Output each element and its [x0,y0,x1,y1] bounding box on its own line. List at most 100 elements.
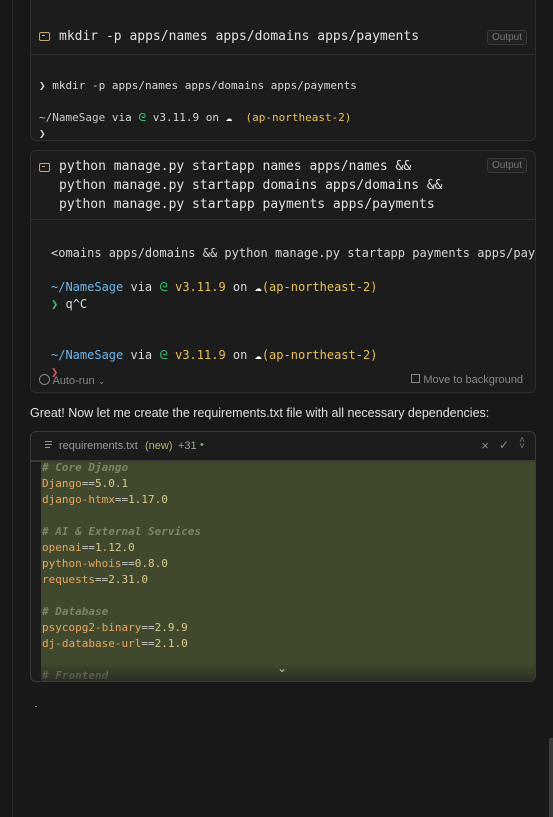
terminal-footer: Auto-run ⌄ Move to background [31,370,535,392]
header-divider [31,460,535,462]
command-line-3: python manage.py startapp payments apps/… [59,197,435,212]
auto-run-label: Auto-run [52,375,95,387]
python-icon: ᘓ [159,280,168,294]
clock-icon [39,374,50,385]
output-button[interactable]: Output [486,30,527,45]
comment-text: # Core Django [42,461,129,474]
comment-text: # AI & External Services [42,525,201,538]
version-operator: == [94,573,109,586]
package-name: psycopg2-binary [42,621,142,634]
via-text: via [111,111,132,124]
version-operator: == [141,637,155,650]
version-number: 0.8.0 [134,557,168,570]
typed-input: q^C [65,297,88,311]
output-line: <omains apps/domains && python manage.py… [51,246,536,260]
file-edit-header: requirements.txt (new) +31 • × ✓ ˄ ˅ [31,432,535,460]
cursor-dot [35,706,37,707]
chevron-down-icon: ⌄ [97,376,106,386]
file-name[interactable]: requirements.txt [59,440,138,452]
python-version: v3.11.9 [175,348,226,362]
cloud-icon: ☁ [225,111,233,124]
version-operator: == [141,621,155,634]
cwd-path: ~/NameSage [39,111,106,124]
aws-region: (ap-northeast-2) [245,111,352,124]
code-line: # Core Django [41,460,535,476]
check-icon[interactable]: ✓ [499,438,509,452]
added-lines-count: +31 [178,440,197,452]
python-version: v3.11.9 [152,111,200,124]
version-operator: == [121,557,135,570]
comment-text: # Database [42,605,109,618]
chevron-down-icon[interactable]: ⌄ [277,661,287,675]
on-text: on [205,111,219,124]
command-header: mkdir -p apps/names apps/domains apps/pa… [31,0,535,55]
command-header: python manage.py startapp names apps/nam… [31,151,535,220]
version-operator: == [81,541,95,554]
package-name: python-whois [42,557,122,570]
output-button[interactable]: Output [486,158,527,173]
version-operator: == [114,493,129,506]
code-line: psycopg2-binary==2.9.9 [41,620,535,636]
on-text: on [232,280,248,294]
close-icon[interactable]: × [481,438,489,453]
package-name: django-htmx [42,493,115,506]
via-text: via [130,348,153,362]
version-number: 2.9.9 [154,621,188,634]
cloud-icon: ☁ [254,348,262,362]
code-line: dj-database-url==2.1.0 [41,636,535,652]
auto-run-toggle[interactable]: Auto-run ⌄ [39,374,105,387]
command-line-1: python manage.py startapp names apps/nam… [59,159,412,174]
status-dot: • [200,439,204,451]
version-number: 5.0.1 [95,477,129,490]
code-line: requests==2.31.0 [41,572,535,588]
package-name: openai [42,541,82,554]
assistant-message: Great! Now let me create the requirement… [30,406,490,420]
version-number: 2.1.0 [154,637,188,650]
code-line: python-whois==0.8.0 [41,556,535,572]
code-line: # Database [41,604,535,620]
command-text: mkdir -p apps/names apps/domains apps/pa… [59,29,420,44]
output-line: mkdir -p apps/names apps/domains apps/pa… [52,79,357,92]
background-icon [411,374,421,383]
expand-icon[interactable]: ˄ ˅ [519,436,525,452]
version-operator: == [81,477,95,490]
left-divider [12,0,13,817]
code-view: # Core Django Django==5.0.1 django-htmx==1… [41,460,535,681]
python-icon: ᘓ [138,111,147,124]
code-line: django-htmx==1.17.0 [41,492,535,508]
terminal-card-startapp: python manage.py startapp names apps/nam… [30,150,536,393]
terminal-icon [39,163,50,172]
cwd-path: ~/NameSage [51,280,124,294]
via-text: via [130,280,153,294]
version-number: 1.17.0 [128,493,168,506]
cloud-icon: ☁ [254,280,262,294]
version-number: 1.12.0 [95,541,135,554]
file-lines-icon [45,441,52,448]
terminal-output: ❯ mkdir -p apps/names apps/domains apps/… [31,55,535,140]
fade-overlay [41,663,535,681]
scrollbar[interactable] [549,738,553,817]
move-to-background-label: Move to background [423,374,523,386]
code-line: # AI & External Services [41,524,535,540]
terminal-card-mkdir: mkdir -p apps/names apps/domains apps/pa… [30,0,536,141]
prompt-symbol: ❯ [51,297,59,311]
package-name: requests [42,573,95,586]
package-name: Django [42,477,82,490]
code-line: openai==1.12.0 [41,540,535,556]
python-version: v3.11.9 [175,280,226,294]
aws-region: (ap-northeast-2) [261,348,378,362]
new-tag: (new) [145,440,173,452]
terminal-icon [39,32,50,41]
on-text: on [232,348,248,362]
python-icon: ᘓ [159,348,168,362]
code-line: Django==5.0.1 [41,476,535,492]
version-number: 2.31.0 [108,573,148,586]
aws-region: (ap-northeast-2) [261,280,378,294]
package-name: dj-database-url [42,637,142,650]
prompt-symbol: ❯ [39,79,46,92]
move-to-background-button[interactable]: Move to background [411,374,523,386]
cwd-path: ~/NameSage [51,348,124,362]
file-edit-card: requirements.txt (new) +31 • × ✓ ˄ ˅ # Co… [30,431,536,682]
